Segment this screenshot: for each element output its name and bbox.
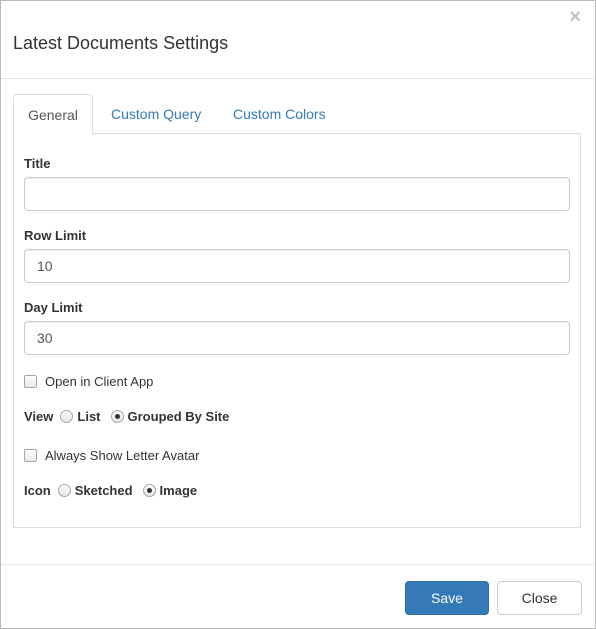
open-client-label: Open in Client App xyxy=(45,373,154,389)
settings-dialog: Latest Documents Settings × General Cust… xyxy=(0,0,596,629)
avatar-row: Always Show Letter Avatar xyxy=(24,447,199,463)
icon-sketched-label: Sketched xyxy=(74,482,133,498)
row-limit-label: Row Limit xyxy=(24,228,87,243)
dialog-header: Latest Documents Settings × xyxy=(1,1,595,79)
avatar-checkbox[interactable] xyxy=(24,448,37,462)
view-list-label: List xyxy=(77,408,101,424)
open-client-row: Open in Client App xyxy=(24,373,153,389)
view-label: View xyxy=(24,408,54,424)
icon-sketched-radio[interactable] xyxy=(57,483,71,497)
icon-label: Icon xyxy=(24,482,51,498)
view-list-radio[interactable] xyxy=(60,409,74,423)
avatar-label: Always Show Letter Avatar xyxy=(45,447,200,463)
title-label: Title xyxy=(24,156,51,171)
dialog-title: Latest Documents Settings xyxy=(13,33,229,53)
view-radio-group: View List Grouped By Site xyxy=(24,408,239,424)
icon-image-label: Image xyxy=(159,482,198,498)
icon-image-radio[interactable] xyxy=(142,483,156,497)
view-grouped-label: Grouped By Site xyxy=(127,408,230,424)
row-limit-input[interactable] xyxy=(24,249,570,283)
tab-custom-query[interactable]: Custom Query xyxy=(96,94,216,134)
view-grouped-radio[interactable] xyxy=(110,409,124,423)
dialog-footer: Save Close xyxy=(1,564,595,628)
tab-custom-colors[interactable]: Custom Colors xyxy=(218,94,341,134)
day-limit-label: Day Limit xyxy=(24,300,83,315)
tab-general[interactable]: General xyxy=(13,94,93,135)
tab-bar: General Custom Query Custom Colors xyxy=(13,94,581,135)
save-button[interactable]: Save xyxy=(405,581,489,615)
title-input[interactable] xyxy=(24,177,570,211)
day-limit-input[interactable] xyxy=(24,321,570,355)
close-button[interactable]: Close xyxy=(497,581,582,615)
close-icon[interactable]: × xyxy=(569,7,581,27)
open-client-checkbox[interactable] xyxy=(24,374,37,388)
icon-radio-group: Icon Sketched Image xyxy=(24,482,207,498)
